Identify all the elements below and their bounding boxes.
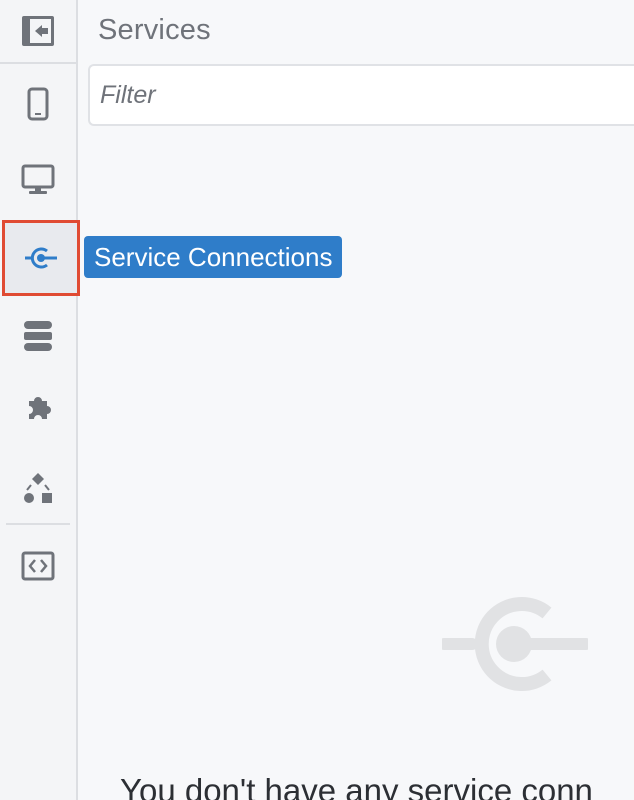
database-icon [24,321,52,351]
filter-input[interactable] [88,64,634,126]
sidebar-rail [0,0,80,800]
sidebar-divider [6,523,70,525]
sidebar-item-mobile[interactable] [0,66,76,142]
sidebar-item-plugins[interactable] [0,372,76,448]
service-connection-icon [442,597,588,691]
panel-collapse-icon [22,16,54,46]
services-panel: Services You don't have any service conn… [0,0,634,800]
mobile-device-icon [27,87,49,121]
sidebar-item-code[interactable] [0,528,76,604]
sidebar-item-data-storage[interactable] [0,298,76,374]
sidebar-item-collapse-panel[interactable] [0,0,76,66]
puzzle-piece-icon [29,397,51,419]
empty-state-message: You don't have any service conn [120,772,593,800]
page-title: Services [98,14,211,46]
service-connection-icon [25,247,57,269]
main-content: Services You don't have any service conn [78,0,634,800]
sidebar-item-service-connections[interactable] [2,220,80,296]
shapes-flow-icon [24,473,52,503]
code-brackets-icon [21,551,55,581]
desktop-monitor-icon [21,164,55,194]
sidebar-item-desktop[interactable] [0,142,76,218]
sidebar-item-flows[interactable] [0,450,76,526]
tooltip-service-connections: Service Connections [84,236,343,278]
